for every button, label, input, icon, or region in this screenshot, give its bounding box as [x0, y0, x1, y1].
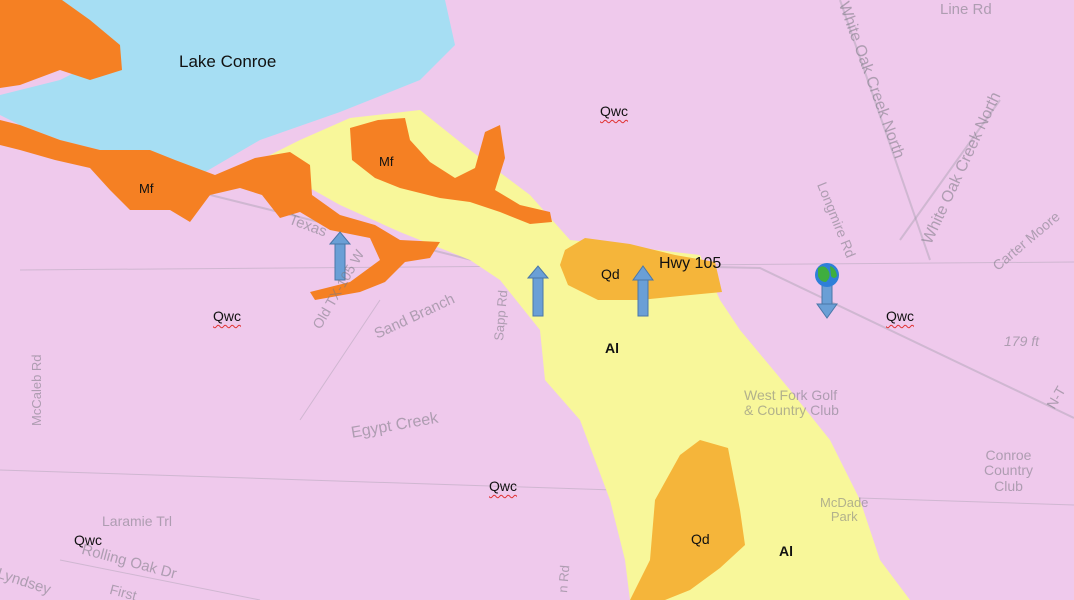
golf-club-label: West Fork Golf & Country Club: [744, 387, 839, 418]
road-label: n Rd: [555, 564, 573, 594]
globe-icon: [815, 263, 839, 287]
road-label: Laramie Trl: [102, 513, 173, 529]
lake-label: Lake Conroe: [179, 52, 277, 71]
unit-label-qd: Qd: [691, 531, 710, 547]
geologic-map: Line Rd White Oak Creek North White Oak …: [0, 0, 1074, 600]
country-club-label: Conroe Country Club: [984, 447, 1034, 494]
unit-label-qwc: Qwc: [489, 478, 517, 494]
elevation-label: 179 ft: [1004, 333, 1040, 349]
alluvium-unit: [260, 110, 910, 600]
road-label: Line Rd: [940, 1, 992, 18]
road-label: McCaleb Rd: [29, 354, 44, 426]
unit-label-qwc: Qwc: [213, 308, 241, 324]
unit-label-qd: Qd: [601, 266, 620, 282]
map-canvas: [0, 0, 1074, 600]
unit-label-qwc: Qwc: [886, 308, 914, 324]
highway-label: Hwy 105: [659, 255, 722, 272]
unit-label-al: Al: [779, 543, 793, 559]
unit-label-qwc: Qwc: [600, 103, 628, 119]
unit-label-qwc: Qwc: [74, 532, 102, 548]
unit-label-mf: Mf: [139, 181, 154, 196]
park-label: McDade Park: [820, 495, 869, 525]
unit-label-mf: Mf: [379, 154, 394, 169]
unit-label-al: Al: [605, 340, 619, 356]
arrow-down-icon: [816, 283, 838, 319]
